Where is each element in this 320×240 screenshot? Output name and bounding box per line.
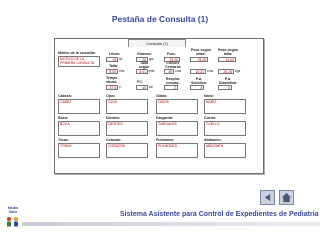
oidos-field[interactable]: OIDOS xyxy=(156,99,198,114)
oidos-label: Oídos: xyxy=(156,94,168,98)
ojos-label: Ojos: xyxy=(106,94,116,98)
ojos-field[interactable]: OJOS xyxy=(106,99,148,114)
fum-label: Fum: xyxy=(167,52,176,56)
nariz-field[interactable]: NARIZ xyxy=(204,99,246,114)
pa-diastolica-field[interactable]: 5 xyxy=(218,85,232,90)
peso-talla-field[interactable]: 15.00 xyxy=(218,57,236,62)
garganta-label: Garganta: xyxy=(156,116,173,120)
litros-field[interactable]: 15 xyxy=(106,57,118,62)
tempe-label: Tempe. ratura: xyxy=(106,76,119,84)
gramos-label: Gramos: xyxy=(137,52,152,56)
fc-unit: lat xyxy=(149,85,153,89)
boca-field[interactable]: BOCA xyxy=(58,121,100,136)
pa-sistolica-field[interactable]: 3 xyxy=(190,85,204,90)
pulmones-label: Pulmones: xyxy=(156,138,175,142)
home-icon xyxy=(281,192,292,203)
tempe-unit: C xyxy=(119,85,122,89)
circunf2-field[interactable]: 15.21 xyxy=(190,69,206,74)
motivo-label: Motivo de la consulta: xyxy=(58,51,96,55)
boca-label: Boca: xyxy=(58,116,68,120)
logo: Medio Sano xyxy=(4,206,22,228)
cabeza-field[interactable]: CABEZ xyxy=(58,99,100,114)
cuello-field[interactable]: CUELLO xyxy=(204,121,246,136)
home-button[interactable] xyxy=(279,190,294,205)
talla-edad-unit: mts xyxy=(149,69,155,73)
torax-field[interactable]: TÓRAX xyxy=(58,143,100,158)
abdomen-label: Abdomen: xyxy=(204,138,222,142)
cabeza-label: Cabeza: xyxy=(58,94,72,98)
circunf3-field[interactable]: 25.28 xyxy=(218,69,234,74)
circunf2-unit: cms xyxy=(207,69,214,73)
tab-consulta-1[interactable]: Consulta (1) xyxy=(128,39,186,47)
talla-edad-field[interactable]: 8.01 xyxy=(136,69,148,74)
peso-edad-label: Peso según edad: xyxy=(190,48,212,56)
tempe-field[interactable]: 37.5 xyxy=(106,85,118,90)
talla-field[interactable]: 8.00 xyxy=(106,69,118,74)
resp-minuto-field[interactable]: 2 xyxy=(164,85,178,90)
footer-text: Sistema Asistente para Control de Expedi… xyxy=(120,211,319,218)
circunf3-unit: kgs xyxy=(235,69,241,73)
fc-field[interactable]: 45 xyxy=(136,85,148,90)
torax-label: Tórax: xyxy=(58,138,69,142)
logo-figure-icon xyxy=(7,217,18,227)
motivo-field[interactable]: MOTIVO DE LA PRIMERA CONSULTA xyxy=(58,56,100,67)
litros-unit: lts xyxy=(119,57,123,61)
garganta-field[interactable]: GARGANTA xyxy=(156,121,198,136)
circunf-cerebral-unit: cms xyxy=(175,69,182,73)
nariz-label: Nariz: xyxy=(204,94,214,98)
peso-edad-field[interactable]: 75.25 xyxy=(190,57,208,62)
corazon-field[interactable]: CORAZÓN xyxy=(106,143,148,158)
resp-minuto-label: Respira. minuto: xyxy=(165,77,181,85)
footer-divider xyxy=(22,222,320,226)
fc-label: FC: xyxy=(137,80,143,84)
circunf-cerebral-label: Circunf. Cerebral: xyxy=(165,61,181,69)
pulmones-field[interactable]: PULMONES xyxy=(156,143,198,158)
corazon-label: Corazón: xyxy=(106,138,122,142)
dientes-field[interactable]: DIENTES xyxy=(106,121,148,136)
previous-slide-button[interactable] xyxy=(260,190,275,205)
slide-title: Pestaña de Consulta (1) xyxy=(111,14,209,24)
talla-unit: mts xyxy=(119,69,125,73)
dientes-label: Dientes: xyxy=(106,116,121,120)
talla-label: Talla: xyxy=(109,64,119,68)
cuello-label: Cuello: xyxy=(204,116,217,120)
pa-diastolica-label: P.A. Diastólica: xyxy=(218,77,238,85)
abdomen-field[interactable]: ABDOMEN xyxy=(204,143,246,158)
peso-talla-label: Peso según talla: xyxy=(217,48,239,56)
circunf-cerebral-field[interactable]: 45 xyxy=(164,69,174,74)
arrow-left-icon xyxy=(264,193,271,202)
logo-text: Medio Sano xyxy=(7,206,19,214)
litros-label: Litros: xyxy=(109,52,121,56)
pa-sistolica-label: P.A. Sistólica: xyxy=(191,77,207,85)
